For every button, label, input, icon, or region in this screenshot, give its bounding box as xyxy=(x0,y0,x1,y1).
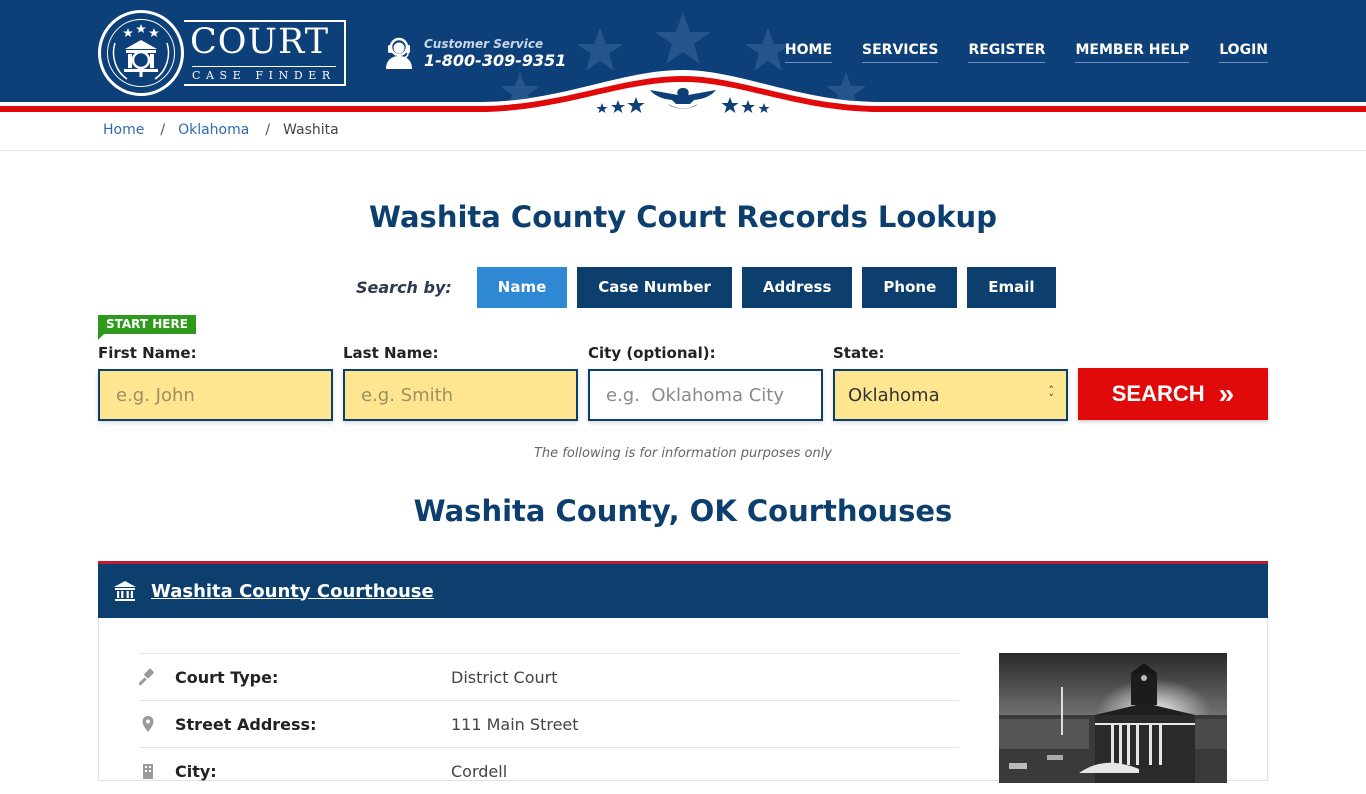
tab-name[interactable]: Name xyxy=(476,267,568,308)
first-name-label: First Name: xyxy=(98,344,197,362)
main-nav: HOME SERVICES REGISTER MEMBER HELP LOGIN xyxy=(755,42,1268,63)
last-name-group: Last Name: xyxy=(343,344,578,421)
nav-login[interactable]: LOGIN xyxy=(1219,42,1268,63)
last-name-input[interactable] xyxy=(343,369,578,421)
search-button-label: SEARCH xyxy=(1111,381,1205,406)
start-here-badge: START HERE xyxy=(98,315,196,340)
courthouse-icon xyxy=(114,581,136,601)
courthouse-card-header: Washita County Courthouse xyxy=(98,561,1268,618)
site-header: COURT CASE FINDER Customer Service 1-800… xyxy=(0,0,1366,151)
street-address-label: Street Address: xyxy=(175,714,317,734)
city-input[interactable] xyxy=(588,369,823,421)
breadcrumb: Home / Oklahoma / Washita xyxy=(103,122,339,138)
state-group: State: Oklahoma ˄ ˅ xyxy=(833,344,1068,421)
courthouse-card: Washita County Courthouse Court Type: Di… xyxy=(98,561,1268,783)
nav-member-help[interactable]: MEMBER HELP xyxy=(1075,42,1190,63)
breadcrumb-oklahoma[interactable]: Oklahoma xyxy=(178,122,249,138)
breadcrumb-separator: / xyxy=(265,122,271,138)
detail-row: Court Type: District Court xyxy=(139,653,959,700)
first-name-input[interactable] xyxy=(98,369,333,421)
street-address-value: 111 Main Street xyxy=(451,714,579,734)
customer-service-phone[interactable]: 1-800-309-9351 xyxy=(424,51,566,70)
info-note: The following is for information purpose… xyxy=(533,446,833,461)
customer-service-label: Customer Service xyxy=(424,37,544,51)
courthouse-magnifier-icon xyxy=(112,24,170,80)
detail-row: City: Cordell xyxy=(139,747,959,794)
city-detail-label: City: xyxy=(175,761,217,781)
state-label: State: xyxy=(833,344,885,362)
nav-services[interactable]: SERVICES xyxy=(862,42,939,63)
last-name-label: Last Name: xyxy=(343,344,439,362)
city-label: City (optional): xyxy=(588,344,716,362)
site-logo[interactable]: COURT CASE FINDER xyxy=(98,10,348,96)
first-name-group: First Name: xyxy=(98,344,333,421)
search-by-label: Search by: xyxy=(356,278,452,297)
tab-address[interactable]: Address xyxy=(741,267,853,308)
city-group: City (optional): xyxy=(588,344,823,421)
headset-agent-icon xyxy=(386,37,412,69)
tab-phone[interactable]: Phone xyxy=(862,267,958,308)
select-arrows-icon: ˄ ˅ xyxy=(1048,384,1055,405)
logo-emblem xyxy=(98,10,184,96)
court-type-value: District Court xyxy=(451,667,558,687)
logo-subtitle: CASE FINDER xyxy=(192,69,336,82)
gavel-icon xyxy=(139,668,154,686)
breadcrumb-current: Washita xyxy=(283,122,339,138)
state-select[interactable]: Oklahoma ˄ ˅ xyxy=(833,369,1068,421)
courthouse-name-link[interactable]: Washita County Courthouse xyxy=(151,581,434,602)
courthouse-photo xyxy=(999,653,1227,783)
breadcrumb-home[interactable]: Home xyxy=(103,122,144,138)
double-chevron-right-icon: » xyxy=(1218,378,1235,409)
section-title: Washita County, OK Courthouses xyxy=(413,494,953,528)
state-selected-value: Oklahoma xyxy=(848,384,940,406)
breadcrumb-separator: / xyxy=(160,122,166,138)
search-button[interactable]: SEARCH » xyxy=(1078,368,1268,420)
breadcrumb-divider xyxy=(0,150,1366,151)
tab-email[interactable]: Email xyxy=(967,267,1056,308)
courthouse-details: Court Type: District Court Street Addres… xyxy=(139,653,959,794)
court-type-label: Court Type: xyxy=(175,667,279,687)
building-icon xyxy=(143,764,153,779)
nav-home[interactable]: HOME xyxy=(784,42,833,63)
city-detail-value: Cordell xyxy=(451,761,508,781)
map-pin-icon xyxy=(142,716,154,732)
search-by-tabs: Search by: Name Case Number Address Phon… xyxy=(356,267,1066,308)
logo-wordmark: COURT xyxy=(190,22,330,62)
nav-register[interactable]: REGISTER xyxy=(968,42,1046,63)
detail-row: Street Address: 111 Main Street xyxy=(139,700,959,747)
tab-case-number[interactable]: Case Number xyxy=(577,267,732,308)
page-title: Washita County Court Records Lookup xyxy=(369,200,997,234)
